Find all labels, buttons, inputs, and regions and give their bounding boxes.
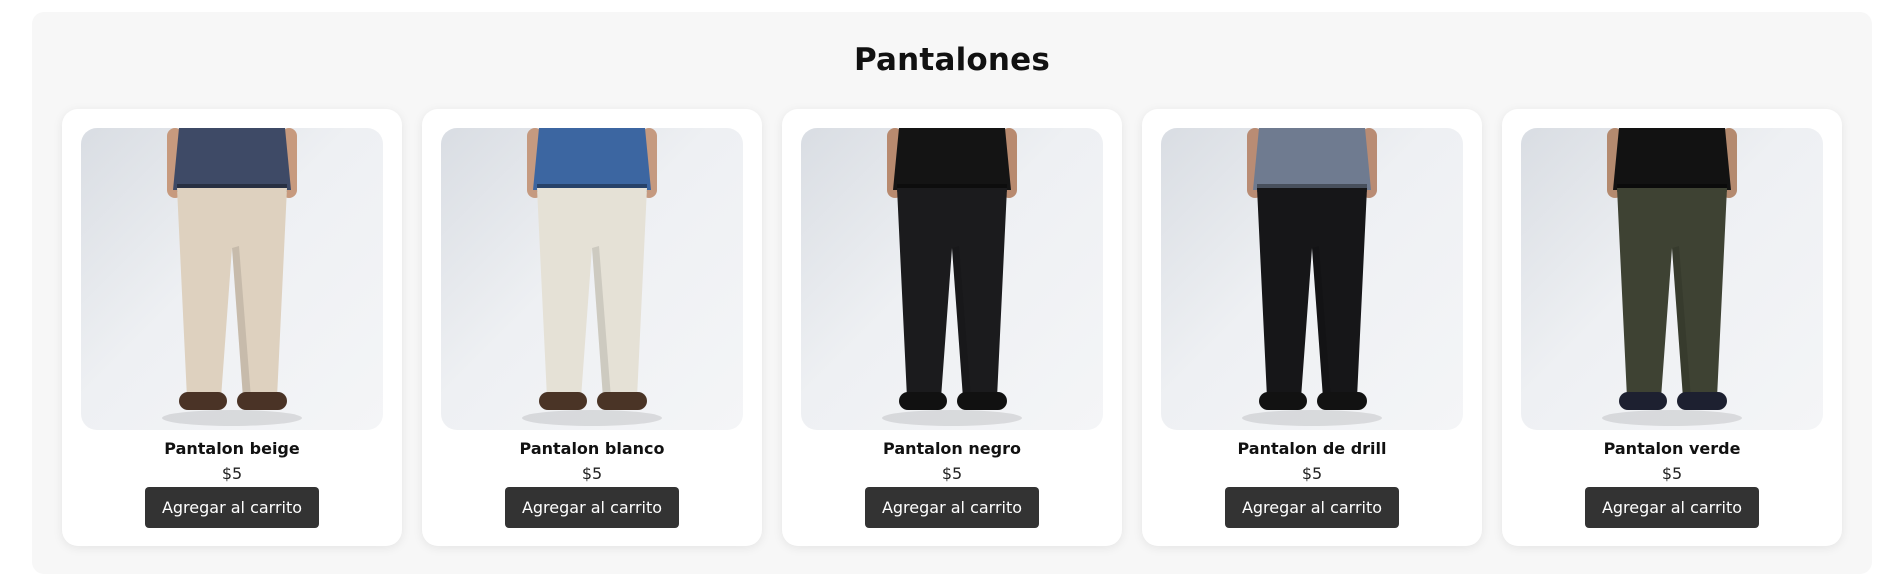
beige-pants-photo-icon [162, 128, 302, 426]
product-price: $5 [1661, 464, 1683, 483]
product-name: Pantalon blanco [519, 439, 665, 458]
white-pants-photo-icon [522, 128, 662, 426]
product-grid: Pantalon beige $5 Agregar al carrito Pan… [62, 109, 1842, 546]
product-card: Pantalon blanco $5 Agregar al carrito [422, 109, 762, 546]
product-name: Pantalon verde [1603, 439, 1741, 458]
add-to-cart-button[interactable]: Agregar al carrito [1225, 487, 1399, 528]
green-pants-photo-icon [1602, 128, 1742, 426]
product-image [1161, 128, 1463, 430]
product-card: Pantalon verde $5 Agregar al carrito [1502, 109, 1842, 546]
add-to-cart-button[interactable]: Agregar al carrito [145, 487, 319, 528]
product-price: $5 [581, 464, 603, 483]
add-to-cart-button[interactable]: Agregar al carrito [865, 487, 1039, 528]
product-price: $5 [1301, 464, 1323, 483]
product-section: Pantalones Pantalon beige $5 Agregar al … [32, 12, 1872, 574]
add-to-cart-button[interactable]: Agregar al carrito [505, 487, 679, 528]
product-image [441, 128, 743, 430]
product-image [801, 128, 1103, 430]
product-card: Pantalon de drill $5 Agregar al carrito [1142, 109, 1482, 546]
product-card: Pantalon negro $5 Agregar al carrito [782, 109, 1122, 546]
product-price: $5 [941, 464, 963, 483]
product-name: Pantalon beige [164, 439, 300, 458]
product-card: Pantalon beige $5 Agregar al carrito [62, 109, 402, 546]
product-image [1521, 128, 1823, 430]
section-title: Pantalones [853, 42, 1051, 78]
product-name: Pantalon negro [883, 439, 1021, 458]
product-price: $5 [221, 464, 243, 483]
black-pants-photo-icon [882, 128, 1022, 426]
product-image [81, 128, 383, 430]
product-name: Pantalon de drill [1237, 439, 1387, 458]
add-to-cart-button[interactable]: Agregar al carrito [1585, 487, 1759, 528]
drill-pants-photo-icon [1242, 128, 1382, 426]
